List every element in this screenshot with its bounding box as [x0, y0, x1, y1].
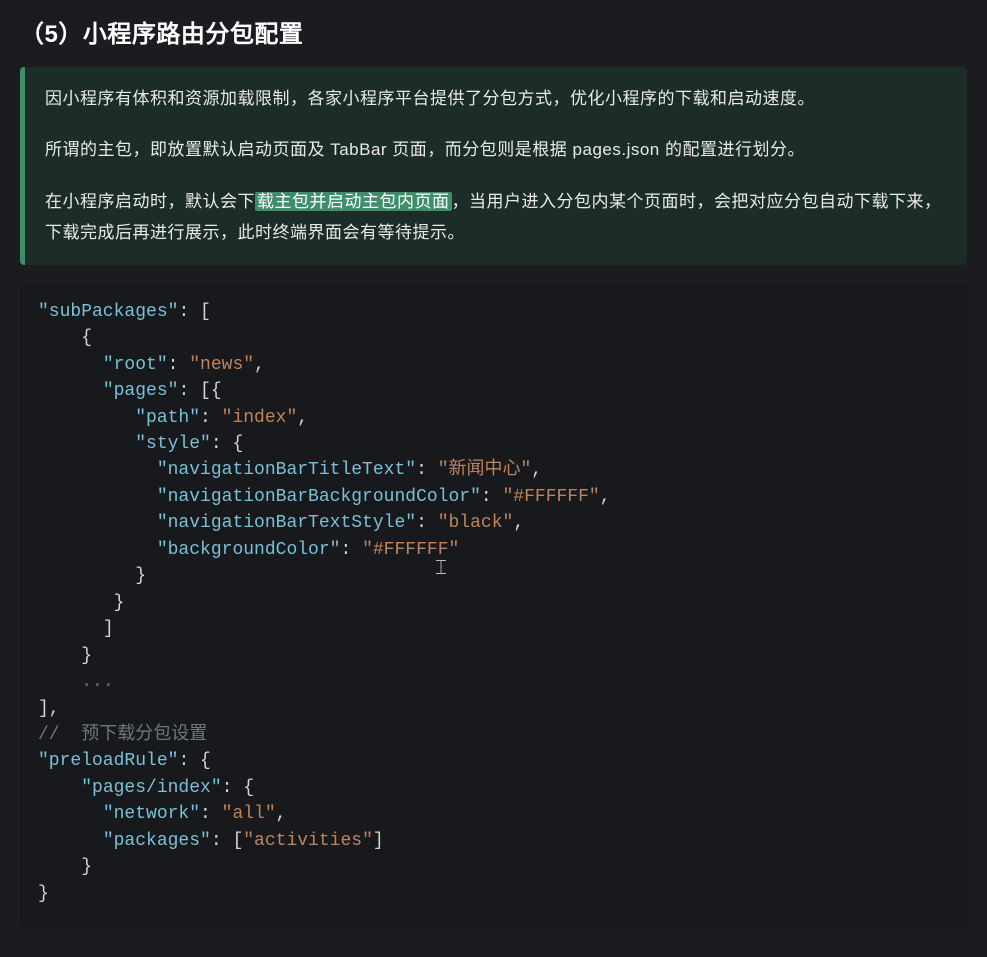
code-key: "network" — [103, 804, 200, 824]
highlighted-text: 载主包并启动主包内页面 — [255, 192, 452, 211]
code-key: "pages" — [103, 381, 179, 401]
code-string: "#FFFFFF" — [362, 540, 459, 560]
quote-line-3: 在小程序启动时，默认会下载主包并启动主包内页面，当用户进入分包内某个页面时，会把… — [45, 186, 947, 249]
code-string: "activities" — [243, 831, 373, 851]
code-key: "preloadRule" — [38, 751, 178, 771]
code-key: "path" — [135, 408, 200, 428]
code-string: "#FFFFFF" — [503, 487, 600, 507]
code-string: "index" — [222, 408, 298, 428]
quote-line-3-before: 在小程序启动时，默认会下 — [45, 192, 255, 211]
code-key: "root" — [103, 355, 168, 375]
quote-line-1: 因小程序有体积和资源加载限制，各家小程序平台提供了分包方式，优化小程序的下载和启… — [45, 83, 947, 114]
code-key: "style" — [135, 434, 211, 454]
code-key: "pages/index" — [81, 778, 221, 798]
blockquote: 因小程序有体积和资源加载限制，各家小程序平台提供了分包方式，优化小程序的下载和启… — [20, 67, 967, 265]
code-string: "black" — [438, 513, 514, 533]
code-string: "新闻中心" — [438, 460, 532, 480]
section-heading: （5）小程序路由分包配置 — [20, 14, 967, 49]
code-key: "packages" — [103, 831, 211, 851]
code-key: "navigationBarBackgroundColor" — [157, 487, 481, 507]
code-key: "navigationBarTextStyle" — [157, 513, 416, 533]
code-string: "all" — [222, 804, 276, 824]
code-comment: // 预下载分包设置 — [38, 725, 207, 745]
code-key: "navigationBarTitleText" — [157, 460, 416, 480]
code-ellipsis: ... — [81, 672, 113, 692]
code-string: "news" — [189, 355, 254, 375]
code-key: "subPackages" — [38, 302, 178, 322]
code-block: ⌶"subPackages": [ { "root": "news", "pag… — [20, 283, 967, 927]
code-key: "backgroundColor" — [157, 540, 341, 560]
quote-line-2: 所谓的主包，即放置默认启动页面及 TabBar 页面，而分包则是根据 pages… — [45, 134, 947, 165]
